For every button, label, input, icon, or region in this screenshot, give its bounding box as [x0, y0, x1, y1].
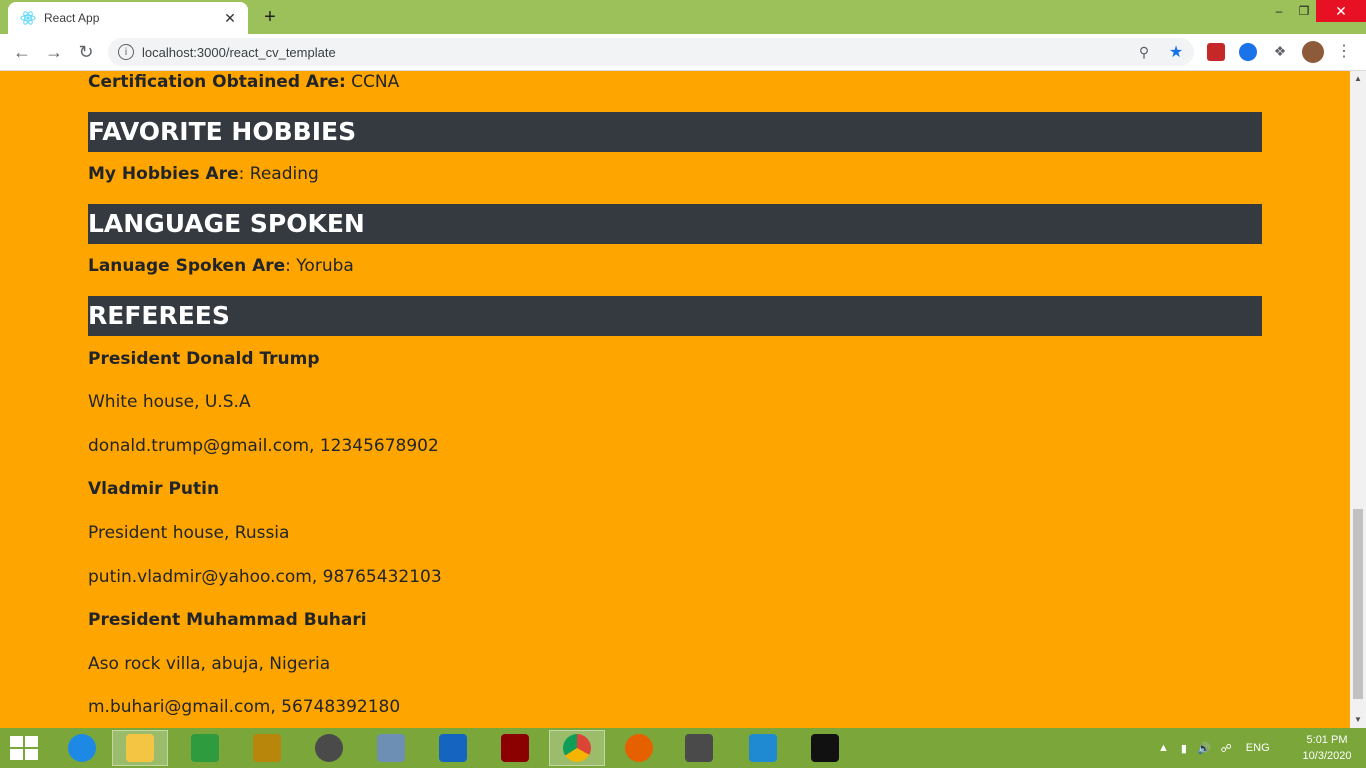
referee-contact: m.buhari@gmail.com, 56748392180 [88, 697, 401, 717]
bookmark-star-icon[interactable]: ★ [1166, 42, 1186, 62]
extensions-puzzle-icon[interactable]: ❖ [1271, 43, 1289, 61]
power-icon[interactable] [487, 730, 543, 766]
tray-expand-icon[interactable]: ▲ [1158, 742, 1169, 754]
vscode-icon[interactable] [735, 730, 791, 766]
settings-app-icon[interactable] [425, 730, 481, 766]
language-value: : Yoruba [285, 256, 354, 276]
clock-date: 10/3/2020 [1302, 750, 1352, 762]
file-explorer-icon[interactable] [112, 730, 168, 766]
forward-arrow-icon[interactable]: → [42, 40, 66, 64]
referee-name: President Donald Trump [88, 349, 320, 369]
vertical-scrollbar[interactable]: ▲ ▼ [1350, 71, 1366, 728]
page-viewport: Certification Obtained Are: CCNA FAVORIT… [0, 71, 1350, 728]
back-arrow-icon[interactable]: ← [10, 40, 34, 64]
language-indicator[interactable]: ENG [1246, 742, 1270, 754]
scrollbar-thumb[interactable] [1353, 509, 1363, 699]
referee-contact: putin.vladmir@yahoo.com, 98765432103 [88, 567, 442, 587]
certification-value: CCNA [345, 72, 400, 92]
taskbar-clock[interactable]: 5:01 PM 10/3/2020 [1292, 732, 1362, 764]
sublime-icon[interactable] [671, 730, 727, 766]
hobbies-line: My Hobbies Are: Reading [88, 164, 319, 184]
firefox-icon[interactable] [611, 730, 667, 766]
hobbies-heading: FAVORITE HOBBIES [88, 112, 1262, 152]
windows-start-icon[interactable] [10, 736, 38, 760]
chrome-menu-icon[interactable]: ⋮ [1336, 40, 1352, 64]
referees-heading: REFEREES [88, 296, 1262, 336]
system-tray: ▲ ▮ 🔊 ☍ ENG [1158, 728, 1270, 768]
tab-close-icon[interactable]: ✕ [220, 8, 240, 28]
cmd-icon[interactable] [797, 730, 853, 766]
taskbar: ▲ ▮ 🔊 ☍ ENG 5:01 PM 10/3/2020 [0, 728, 1366, 768]
new-tab-button[interactable]: + [258, 6, 282, 28]
url-text[interactable]: localhost:3000/react_cv_template [142, 45, 1134, 60]
referee-address: Aso rock villa, abuja, Nigeria [88, 654, 331, 674]
battery-icon[interactable]: ☍ [1221, 742, 1232, 755]
referee-name: Vladmir Putin [88, 479, 220, 499]
hobbies-value: : Reading [238, 164, 319, 184]
referee-address: White house, U.S.A [88, 392, 251, 412]
doc-icon[interactable] [363, 730, 419, 766]
speaker-app-icon[interactable] [301, 730, 357, 766]
clock-time: 5:01 PM [1306, 734, 1348, 746]
volume-icon[interactable]: 🔊 [1197, 742, 1211, 755]
tab-title: React App [44, 11, 100, 25]
store-icon[interactable] [177, 730, 233, 766]
network-icon[interactable]: ▮ [1181, 742, 1187, 755]
tab-strip: React App ✕ + – ❐ ✕ [0, 0, 1366, 34]
certification-label: Certification Obtained Are: [88, 72, 346, 92]
close-window-button[interactable]: ✕ [1316, 0, 1366, 22]
referee-address: President house, Russia [88, 523, 290, 543]
language-line: Lanuage Spoken Are: Yoruba [88, 256, 354, 276]
certification-line: Certification Obtained Are: CCNA [88, 72, 399, 92]
react-logo-icon [20, 10, 36, 26]
site-info-icon[interactable]: i [118, 44, 134, 60]
referee-contact: donald.trump@gmail.com, 12345678902 [88, 436, 439, 456]
extension-blue-icon[interactable] [1239, 43, 1257, 61]
scroll-up-arrow-icon[interactable]: ▲ [1350, 71, 1366, 87]
extension-red-icon[interactable] [1207, 43, 1225, 61]
address-bar[interactable]: i localhost:3000/react_cv_template ⚲ ★ [108, 38, 1194, 66]
hobbies-label: My Hobbies Are [88, 164, 239, 184]
referee-name: President Muhammad Buhari [88, 610, 367, 630]
app-icon[interactable] [239, 730, 295, 766]
minimize-button[interactable]: – [1265, 0, 1293, 22]
scroll-down-arrow-icon[interactable]: ▼ [1350, 712, 1366, 728]
chrome-icon[interactable] [549, 730, 605, 766]
language-heading: LANGUAGE SPOKEN [88, 204, 1262, 244]
reload-icon[interactable]: ↻ [74, 40, 98, 64]
browser-tab[interactable]: React App ✕ [8, 2, 248, 34]
maximize-button[interactable]: ❐ [1290, 0, 1318, 22]
browser-toolbar: ← → ↻ i localhost:3000/react_cv_template… [0, 34, 1366, 71]
language-label: Lanuage Spoken Are [88, 256, 286, 276]
zoom-icon[interactable]: ⚲ [1134, 44, 1154, 61]
internet-explorer-icon[interactable] [54, 730, 110, 766]
profile-avatar[interactable] [1302, 41, 1324, 63]
